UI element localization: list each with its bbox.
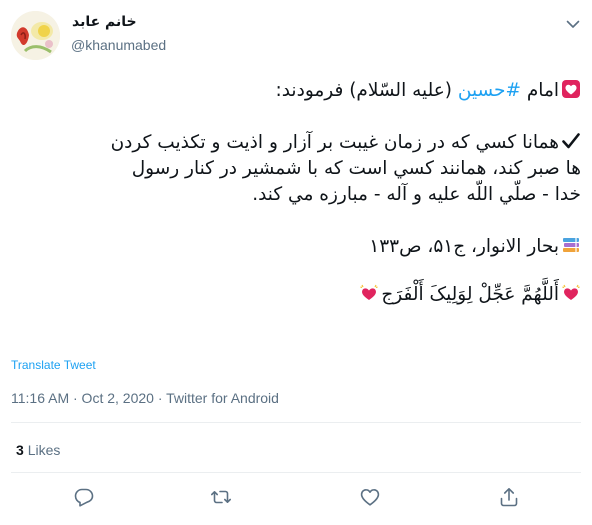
likes-label: Likes [27,442,61,458]
likes-count[interactable]: 3 Likes [16,442,60,458]
divider [11,472,581,473]
divider [11,422,581,423]
tweet-actions-bar [0,484,592,514]
hashtag-link[interactable]: #حسین [458,80,521,101]
tweet-line-4: خدا - صلّي اللّه عليه و آله - مبارزه مي … [252,184,581,205]
tweet-line-1-suffix: (علیه السّلام) فرمودند: [275,80,458,101]
tweet-text: امام #حسین (علیه السّلام) فرمودند: همانا… [10,78,581,308]
tweet-line-2-text: همانا كسي كه در زمان غيبت بر آزار و اذيت… [110,132,559,153]
chevron-down-icon[interactable] [563,14,583,34]
tweet-header: خانم عابد @khanumabed [0,0,592,72]
check-mark-icon [562,133,580,149]
retweet-icon[interactable] [210,486,232,508]
white-heart-icon [562,80,580,98]
author-display-name[interactable]: خانم عابد [72,14,137,30]
tweet-source-line: بحار الانوار، ج۵۱، ص۱۳۳ [10,234,581,260]
sparkling-heart-icon [562,284,580,300]
tweet-prayer-text: أَللَّهُمَّ عَجِّلْ لِوَلِیکَ أَلْفَرَج [381,284,559,305]
avatar[interactable] [11,11,60,60]
tweet-line-1: امام #حسین (علیه السّلام) فرمودند: [10,78,581,104]
tweet-line-3: ها صبر كند، همانند كسي است كه با شمشير د… [131,158,581,179]
tweet-line-2: همانا كسي كه در زمان غيبت بر آزار و اذيت… [10,130,581,156]
tweet-prayer-line: أَللَّهُمَّ عَجِّلْ لِوَلِیکَ أَلْفَرَج [10,282,581,308]
books-icon [563,238,579,252]
author-handle[interactable]: @khanumabed [71,37,166,53]
heart-icon[interactable] [359,486,381,508]
likes-number: 3 [16,442,24,458]
tweet-line-1-prefix: امام [520,80,559,101]
sparkling-heart-icon [360,284,379,300]
translate-tweet-link[interactable]: Translate Tweet [11,358,96,372]
reply-icon[interactable] [73,486,95,508]
share-icon[interactable] [498,486,520,508]
tweet-source-text: بحار الانوار، ج۵۱، ص۱۳۳ [369,236,559,257]
tweet-timestamp-source[interactable]: 11:16 AM · Oct 2, 2020 · Twitter for And… [11,390,279,406]
